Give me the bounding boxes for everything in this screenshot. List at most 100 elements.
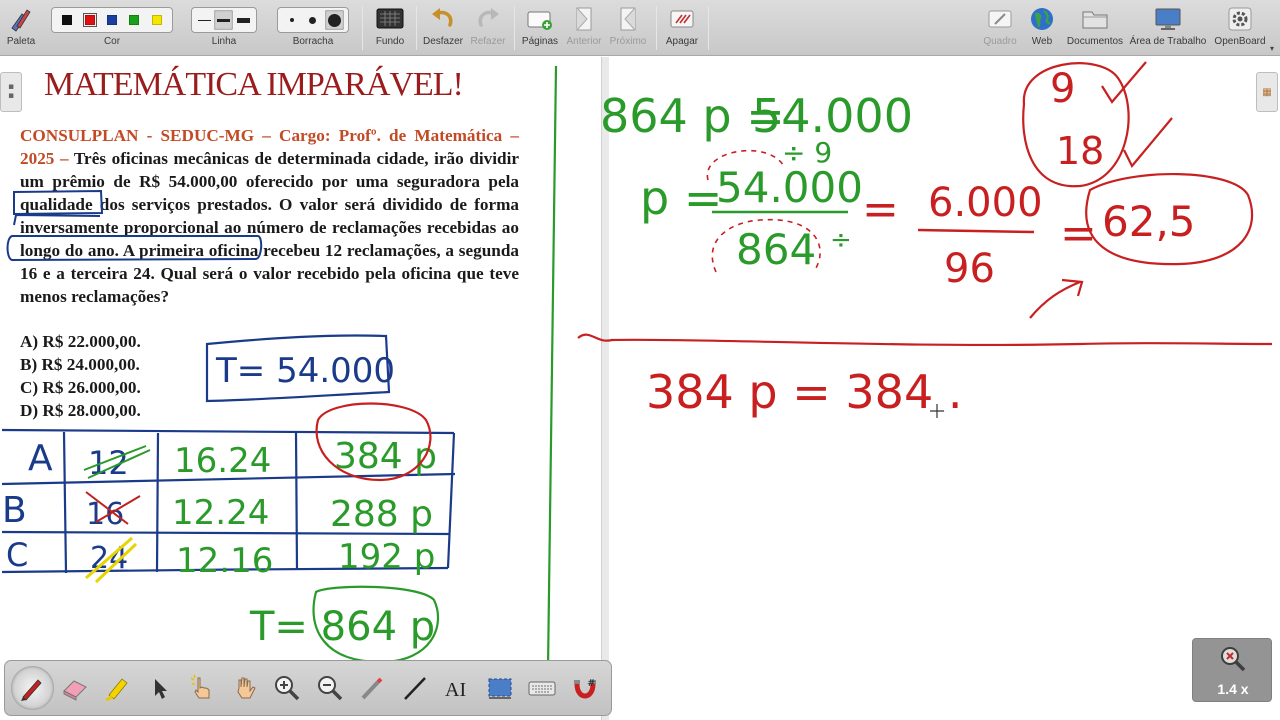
line-thin-option[interactable] xyxy=(195,10,214,30)
right-panel-toggle[interactable]: ▦ xyxy=(1256,72,1278,112)
line-width-options xyxy=(191,7,257,33)
redo-button[interactable]: Refazer xyxy=(468,2,508,54)
interact-tool-button[interactable] xyxy=(181,666,224,710)
pointing-hand-icon xyxy=(190,674,210,699)
web-button[interactable]: Web xyxy=(1024,2,1060,54)
zoom-reset-icon xyxy=(1221,647,1246,672)
palette-icon xyxy=(8,2,34,36)
color-swatch-green[interactable] xyxy=(129,15,140,25)
color-swatch-blue[interactable] xyxy=(106,15,117,25)
board-label: Quadro xyxy=(983,36,1017,47)
pen-tool-button[interactable] xyxy=(11,666,54,710)
page-divider xyxy=(601,57,609,720)
line-tool-button[interactable] xyxy=(394,666,437,710)
color-swatches xyxy=(51,7,173,33)
pen-icon xyxy=(21,679,42,701)
zoom-widget[interactable]: 1.4 x xyxy=(1192,638,1272,702)
left-panel-toggle[interactable]: ▪ ▪ xyxy=(0,72,22,112)
virtual-keyboard-tool-button[interactable] xyxy=(521,666,564,710)
svg-text:AI: AI xyxy=(445,679,466,701)
line-label: Linha xyxy=(211,36,237,47)
line-medium-option[interactable] xyxy=(214,10,234,30)
undo-icon xyxy=(430,2,456,36)
redo-icon xyxy=(475,2,501,36)
text-tool-button[interactable]: AI xyxy=(436,666,479,710)
documents-button[interactable]: Documentos xyxy=(1066,2,1124,54)
color-swatch-black[interactable] xyxy=(62,15,73,25)
previous-page-icon xyxy=(572,2,596,36)
equals-sign: = xyxy=(862,184,899,235)
color-selector[interactable]: Cor xyxy=(50,2,174,54)
option-b: B) R$ 24.000,00. xyxy=(20,355,140,374)
folder-icon xyxy=(1081,2,1109,36)
globe-icon xyxy=(1029,2,1055,36)
undo-button[interactable]: Desfazer xyxy=(420,2,466,54)
erase-button[interactable]: Apagar xyxy=(662,2,702,54)
answer-options: A) R$ 22.000,00. B) R$ 24.000,00. C) R$ … xyxy=(20,330,141,422)
hand-tool-button[interactable] xyxy=(224,666,267,710)
next-page-button[interactable]: Próximo xyxy=(608,2,648,54)
palette-label: Paleta xyxy=(6,36,36,47)
color-swatch-red[interactable] xyxy=(82,13,97,27)
option-a: A) R$ 22.000,00. xyxy=(20,332,141,351)
keyboard-icon xyxy=(528,681,556,696)
documents-label: Documentos xyxy=(1066,36,1124,47)
redo-label: Refazer xyxy=(470,36,506,47)
svg-text:#: # xyxy=(587,678,595,689)
magnifier-tool-button[interactable]: # xyxy=(564,666,607,710)
eraser-medium-option[interactable] xyxy=(303,10,322,30)
pages-button[interactable]: Páginas xyxy=(520,2,560,54)
next-page-icon xyxy=(616,2,640,36)
palette-button[interactable]: Paleta xyxy=(4,2,38,54)
eraser-large-option[interactable] xyxy=(324,10,344,30)
eraser-size-options xyxy=(277,7,349,33)
highlighter-icon xyxy=(105,678,128,702)
question-body: Três oficinas mecânicas de determinada c… xyxy=(20,149,520,306)
web-label: Web xyxy=(1031,36,1053,47)
laser-pointer-tool-button[interactable] xyxy=(351,666,394,710)
p-equals: p = xyxy=(640,171,722,225)
zoom-out-tool-button[interactable] xyxy=(309,666,352,710)
background-label: Fundo xyxy=(375,36,405,47)
capture-tool-button[interactable] xyxy=(479,666,522,710)
equals-sign-2: = xyxy=(1060,208,1097,259)
result-value: 62,5 xyxy=(1102,197,1196,246)
arrow-pointer-icon xyxy=(154,679,167,699)
background-button[interactable]: Fundo xyxy=(370,2,410,54)
color-label: Cor xyxy=(103,36,121,47)
line-thick-option[interactable] xyxy=(234,10,253,30)
erase-label: Apagar xyxy=(665,36,699,47)
eraser-icon xyxy=(62,680,87,701)
menu-chevron-icon[interactable]: ▾ xyxy=(1270,44,1274,53)
desktop-button[interactable]: Área de Trabalho xyxy=(1130,2,1206,54)
factor-9: 9 xyxy=(1050,66,1075,112)
divide-by-9: ÷ 9 xyxy=(782,136,832,169)
board-button[interactable]: Quadro xyxy=(982,2,1018,54)
zoom-out-icon xyxy=(317,676,342,701)
color-swatch-yellow[interactable] xyxy=(151,15,162,25)
zoom-in-icon xyxy=(275,676,300,701)
openboard-window: Paleta Cor Linha Borracha Fundo Desfazer… xyxy=(0,0,1280,720)
line-width-selector[interactable]: Linha xyxy=(190,2,258,54)
magnet-icon: # xyxy=(573,678,596,699)
eq1-left: 864 p = xyxy=(600,89,785,143)
previous-page-button[interactable]: Anterior xyxy=(564,2,604,54)
eraser-size-selector[interactable]: Borracha xyxy=(276,2,350,54)
top-toolbar: Paleta Cor Linha Borracha Fundo Desfazer… xyxy=(0,0,1280,56)
eraser-tool-button[interactable] xyxy=(54,666,97,710)
line-icon xyxy=(403,677,426,700)
undo-label: Desfazer xyxy=(422,36,463,47)
eraser-label: Borracha xyxy=(292,36,334,47)
gear-icon xyxy=(1227,2,1253,36)
next-page-label: Próximo xyxy=(609,36,647,47)
selector-tool-button[interactable] xyxy=(139,666,182,710)
openboard-menu-button[interactable]: OpenBoard xyxy=(1210,2,1270,54)
board-icon xyxy=(987,2,1013,36)
zoom-level: 1.4 x xyxy=(1217,681,1249,697)
background-icon xyxy=(376,2,404,36)
add-page-icon xyxy=(526,2,554,36)
marker-tool-button[interactable] xyxy=(96,666,139,710)
eraser-small-option[interactable] xyxy=(282,10,301,30)
fraction-numerator: 54.000 xyxy=(716,163,863,212)
zoom-in-tool-button[interactable] xyxy=(266,666,309,710)
